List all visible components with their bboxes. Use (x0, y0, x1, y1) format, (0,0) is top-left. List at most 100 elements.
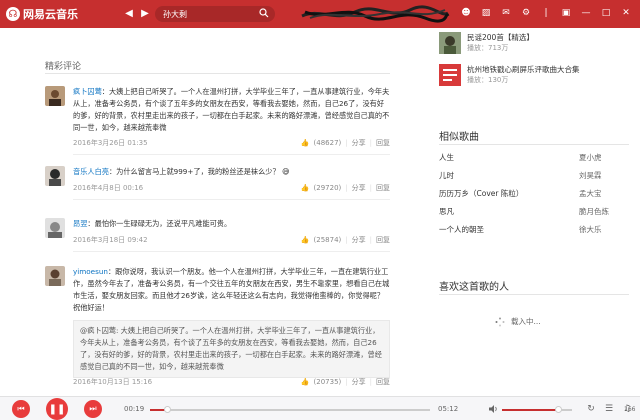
comment-user[interactable]: yimoesun (73, 267, 108, 276)
volume-knob[interactable] (554, 406, 562, 413)
skin-icon[interactable]: ▨ (480, 7, 492, 19)
share-link[interactable]: 分享 (352, 138, 366, 148)
pause-button[interactable]: ❚❚ (46, 398, 68, 420)
song-name: 思凡 (439, 207, 454, 216)
reply-link[interactable]: 回复 (376, 235, 390, 245)
next-button[interactable]: ⏭ (84, 400, 102, 418)
playlist-item[interactable]: 杭州地铁戳心刷屏乐评歌曲大合集 播放：130万 (439, 64, 580, 86)
playlist-title: 杭州地铁戳心刷屏乐评歌曲大合集 (467, 65, 580, 74)
current-time: 00:19 (124, 405, 145, 413)
song-artist[interactable]: 脆月色炼 (579, 206, 629, 217)
avatar[interactable] (45, 86, 65, 106)
reply-link[interactable]: 回复 (376, 377, 390, 387)
song-row[interactable]: 一个人的朝圣 徐大乐 (439, 224, 629, 235)
comment-user[interactable]: 昂翌 (73, 219, 87, 228)
divider (73, 199, 390, 200)
search-icon[interactable] (259, 8, 269, 18)
like-icon[interactable]: 👍 (301, 378, 310, 386)
previous-button[interactable]: ⏮ (12, 400, 30, 418)
song-name: 儿时 (439, 171, 454, 180)
loading-indicator: 载入中... (495, 316, 541, 327)
comment-item: 音乐人白亮：为什么留言马上就999+了，我的粉丝还是袜么少？ 😅 2016年4月… (45, 166, 390, 204)
comment-time: 2016年3月18日 09:42 (73, 236, 148, 244)
loop-icon[interactable]: ↻ (585, 403, 597, 415)
minimize-icon[interactable]: — (580, 7, 592, 19)
like-count: (25874) (313, 236, 342, 244)
song-artist[interactable]: 孟大宝 (579, 188, 629, 199)
mail-icon[interactable]: ✉ (500, 7, 512, 19)
mini-mode-icon[interactable]: ▣ (560, 7, 572, 19)
song-row[interactable]: 历历万乡（Cover 陈粒） 孟大宝 (439, 188, 629, 199)
song-row[interactable]: 思凡 脆月色炼 (439, 206, 629, 217)
playlist-count: 166 (624, 406, 636, 413)
title-bar: ☊ 网易云音乐 ◀ ▶ 孙大剩 ☻ ▨ ✉ ⚙ | ▣ — □ ✕ (0, 0, 640, 28)
redaction-scribble (301, 5, 450, 23)
divider (439, 294, 629, 295)
avatar[interactable] (45, 166, 65, 186)
forward-arrow-icon[interactable]: ▶ (138, 6, 152, 20)
player-bar: ⏮ ❚❚ ⏭ 00:19 05:12 ↻ ☰ ♫ 166 (0, 396, 640, 420)
playlist-item[interactable]: 民谣200首【精选】 播放：713万 (439, 32, 534, 54)
song-row[interactable]: 儿时 刘昊霖 (439, 170, 629, 181)
like-count: (20735) (313, 378, 342, 386)
volume-icon[interactable] (488, 404, 498, 414)
progress-knob[interactable] (163, 406, 171, 413)
comment-item: 昂翌：最怕你一生碌碌无为，还说平凡难能可贵。 2016年3月18日 09:42 … (45, 218, 390, 258)
comment-time: 2016年3月26日 01:35 (73, 139, 148, 147)
playlist-cover (439, 64, 461, 86)
avatar[interactable] (45, 218, 65, 238)
back-arrow-icon[interactable]: ◀ (122, 6, 136, 20)
like-icon[interactable]: 👍 (301, 236, 310, 244)
song-artist[interactable]: 刘昊霖 (579, 170, 629, 181)
like-count: (29720) (313, 184, 342, 192)
song-artist[interactable]: 夏小虎 (579, 152, 629, 163)
like-icon[interactable]: 👍 (301, 139, 310, 147)
progress-bar[interactable] (150, 406, 430, 413)
divider (45, 73, 390, 74)
comment-user[interactable]: 疯卜囚莺 (73, 87, 102, 96)
spinner-icon (495, 317, 505, 326)
search-value: 孙大剩 (163, 9, 187, 19)
reply-link[interactable]: 回复 (376, 183, 390, 193)
divider (73, 154, 390, 155)
playlist-play-count: 播放：713万 (467, 44, 509, 52)
volume-slider[interactable] (502, 406, 572, 413)
song-row[interactable]: 人生 夏小虎 (439, 152, 629, 163)
search-input[interactable]: 孙大剩 (155, 6, 275, 22)
comment-text: 大姨上把自己听哭了。一个人在温州打拼，大学毕业三年了，一直从事建筑行业，今年夫从… (73, 87, 390, 132)
like-icon[interactable]: 👍 (301, 184, 310, 192)
share-link[interactable]: 分享 (352, 377, 366, 387)
playlist-play-count: 播放：130万 (467, 76, 509, 84)
comment-time: 2016年10月13日 15:16 (73, 378, 153, 386)
emoji-icon: 😅 (279, 167, 290, 176)
comment-user[interactable]: 音乐人白亮 (73, 167, 109, 176)
share-link[interactable]: 分享 (352, 183, 366, 193)
user-icon[interactable]: ☻ (460, 7, 472, 19)
divider (439, 144, 629, 145)
maximize-icon[interactable]: □ (600, 7, 612, 19)
playlist-title: 民谣200首【精选】 (467, 33, 534, 42)
settings-icon[interactable]: ⚙ (520, 7, 532, 19)
reply-link[interactable]: 回复 (376, 138, 390, 148)
comment-time: 2016年4月8日 00:16 (73, 184, 144, 192)
likers-heading: 喜欢这首歌的人 (439, 282, 509, 293)
similar-songs-heading: 相似歌曲 (439, 132, 479, 143)
comment-text: 为什么留言马上就999+了，我的粉丝还是袜么少？ (116, 167, 280, 176)
comment-text: 最怕你一生碌碌无为，还说平凡难能可贵。 (94, 219, 232, 228)
netease-logo-icon: ☊ (6, 7, 20, 21)
comment-item: 疯卜囚莺：大姨上把自己听哭了。一个人在温州打拼，大学毕业三年了，一直从事建筑行业… (45, 86, 390, 156)
comment-text: 跟你说呀，我认识一个朋友。他一个人在温州打拼，大学毕业三年，一直在建筑行业工作，… (73, 267, 390, 312)
avatar[interactable] (45, 266, 65, 286)
song-name: 人生 (439, 153, 454, 162)
song-name: 历历万乡（Cover 陈粒） (439, 189, 524, 198)
song-name: 一个人的朝圣 (439, 225, 484, 234)
close-icon[interactable]: ✕ (620, 7, 632, 19)
share-link[interactable]: 分享 (352, 235, 366, 245)
song-artist[interactable]: 徐大乐 (579, 224, 629, 235)
lyrics-icon[interactable]: ☰ (603, 403, 615, 415)
like-count: (48627) (313, 139, 342, 147)
separator-icon: | (544, 8, 548, 18)
divider (73, 251, 390, 252)
loading-text: 载入中... (511, 317, 541, 326)
app-logo[interactable]: ☊ 网易云音乐 (6, 6, 78, 22)
